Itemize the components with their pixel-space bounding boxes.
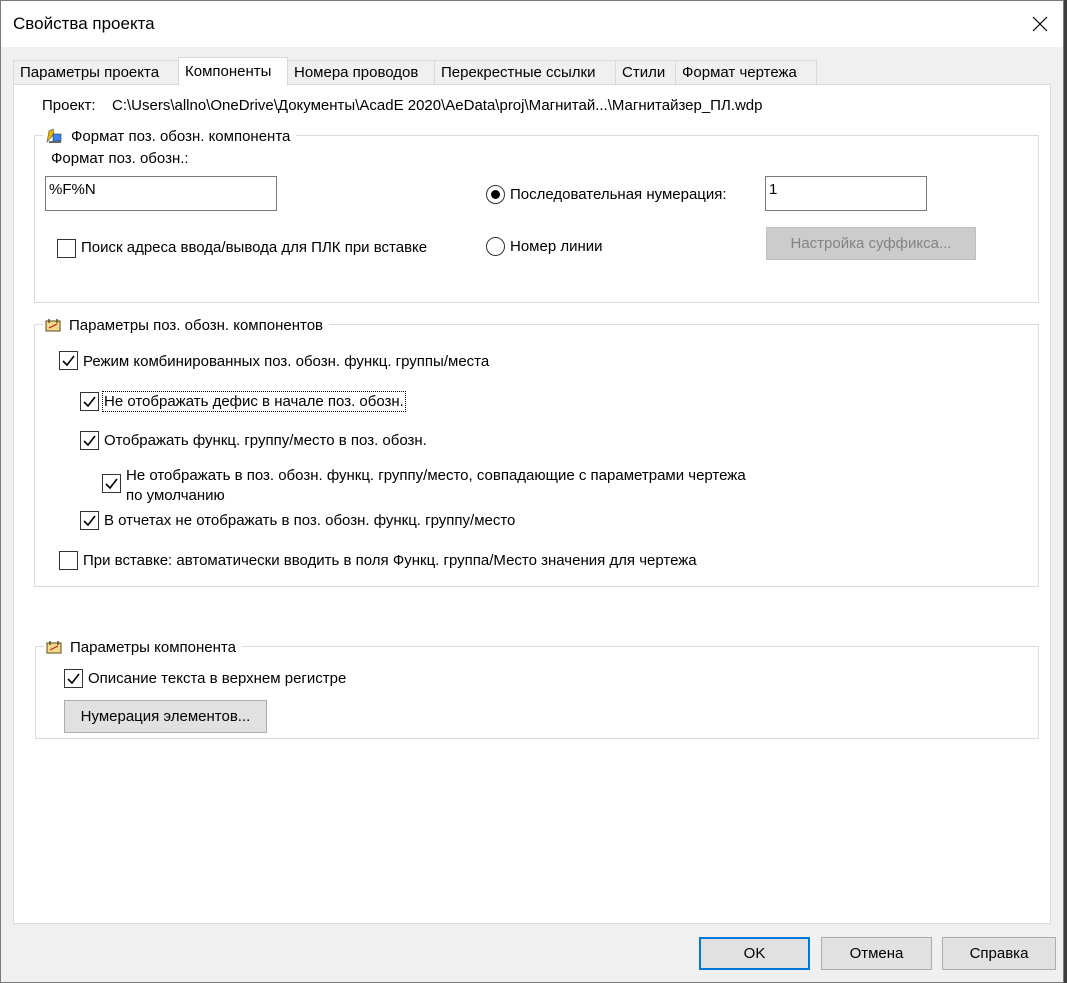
tag-format-group-title: Формат поз. обозн. компонента	[43, 126, 297, 146]
help-button[interactable]: Справка	[942, 937, 1056, 970]
window-title: Свойства проекта	[13, 14, 155, 33]
title-bar: Свойства проекта	[1, 1, 1063, 47]
tag-options-title-text: Параметры поз. обозн. компонентов	[69, 316, 324, 334]
auto-fill-checkbox[interactable]	[59, 551, 78, 570]
component-options-title-text: Параметры компонента	[70, 638, 236, 656]
component-tag-icon	[46, 128, 62, 144]
project-path: C:\Users\allno\OneDrive\Документы\AcadE …	[112, 97, 763, 114]
component-options-group-title: Параметры компонента	[44, 637, 242, 657]
hide-matching-label-line2: по умолчанию	[126, 487, 225, 504]
tab-wire-numbers[interactable]: Номера проводов	[287, 60, 435, 85]
sequential-start-input[interactable]: 1	[765, 176, 927, 211]
tag-format-input[interactable]: %F%N	[45, 176, 277, 211]
component-options-group: Параметры компонента Описание текста в в…	[35, 637, 1039, 739]
reports-hide-checkbox[interactable]	[80, 511, 99, 530]
reports-hide-label: В отчетах не отображать в поз. обозн. фу…	[104, 512, 516, 529]
checkmark-icon	[67, 673, 80, 685]
no-leading-hyphen-label: Не отображать дефис в начале поз. обозн.	[102, 391, 406, 412]
uppercase-label: Описание текста в верхнем регистре	[88, 670, 347, 687]
checkmark-icon	[62, 355, 75, 367]
tab-components[interactable]: Компоненты	[178, 57, 288, 86]
checkmark-icon	[83, 515, 96, 527]
tag-format-label: Формат поз. обозн.:	[51, 150, 189, 167]
uppercase-checkbox[interactable]	[64, 669, 83, 688]
component-settings-icon	[45, 319, 61, 332]
tab-drawing-format[interactable]: Формат чертежа	[675, 60, 817, 85]
checkmark-icon	[83, 435, 96, 447]
line-number-radio[interactable]	[486, 237, 505, 256]
no-leading-hyphen-checkbox[interactable]	[80, 392, 99, 411]
hide-matching-label-line1: Не отображать в поз. обозн. функц. групп…	[126, 467, 746, 484]
tab-styles[interactable]: Стили	[615, 60, 676, 85]
tag-format-group: Формат поз. обозн. компонента Формат поз…	[34, 126, 1039, 303]
project-properties-dialog: Свойства проекта Параметры проекта Компо…	[0, 0, 1064, 983]
tag-format-title-text: Формат поз. обозн. компонента	[71, 127, 291, 145]
suffix-setup-button[interactable]: Настройка суффикса...	[766, 227, 976, 260]
sequential-numbering-radio[interactable]	[486, 185, 505, 204]
close-button[interactable]	[1017, 1, 1063, 47]
project-label: Проект:	[42, 97, 96, 114]
combined-mode-checkbox[interactable]	[59, 351, 78, 370]
sequential-numbering-label: Последовательная нумерация:	[510, 186, 727, 203]
tag-options-group: Параметры поз. обозн. компонентов Режим …	[34, 315, 1039, 587]
auto-fill-label: При вставке: автоматически вводить в пол…	[83, 552, 697, 569]
components-tab-panel: Проект: C:\Users\allno\OneDrive\Документ…	[13, 84, 1051, 924]
component-settings-icon	[46, 641, 62, 654]
hide-matching-checkbox[interactable]	[102, 474, 121, 493]
tag-options-group-title: Параметры поз. обозн. компонентов	[43, 315, 330, 335]
ok-button[interactable]: OK	[699, 937, 810, 970]
plc-search-checkbox[interactable]	[57, 239, 76, 258]
line-number-label: Номер линии	[510, 238, 603, 255]
checkmark-icon	[105, 478, 118, 490]
plc-search-label: Поиск адреса ввода/вывода для ПЛК при вс…	[81, 239, 428, 256]
tab-project-settings[interactable]: Параметры проекта	[13, 60, 179, 85]
combined-mode-label: Режим комбинированных поз. обозн. функц.…	[83, 353, 490, 370]
close-icon	[1032, 16, 1048, 32]
show-installation-label: Отображать функц. группу/место в поз. об…	[104, 432, 427, 449]
item-numbering-button[interactable]: Нумерация элементов...	[64, 700, 267, 733]
cancel-button[interactable]: Отмена	[821, 937, 932, 970]
tab-cross-references[interactable]: Перекрестные ссылки	[434, 60, 616, 85]
checkmark-icon	[83, 396, 96, 408]
show-installation-checkbox[interactable]	[80, 431, 99, 450]
